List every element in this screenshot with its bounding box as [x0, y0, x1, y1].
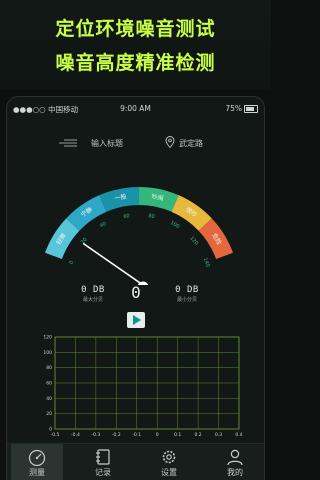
menu-icon[interactable] — [59, 139, 77, 147]
max-db-readout: 0 DB 最大分贝 — [73, 285, 113, 303]
current-db-value: 0 — [131, 283, 141, 302]
tab-measure-label: 测量 — [29, 468, 45, 477]
nav-bar: 输入标题 武定路 — [7, 131, 264, 155]
tab-records[interactable]: 记录 — [77, 444, 129, 480]
tab-records-label: 记录 — [95, 468, 111, 477]
promo-headline: 定位环境噪音测试 — [55, 18, 216, 40]
chart-y-tick-label: 0 — [49, 427, 52, 433]
chart-y-tick-label: 60 — [46, 381, 52, 387]
gauge-icon — [28, 449, 46, 466]
chart-x-tick-label: 0.1 — [174, 432, 181, 438]
gauge-tick-label: 40 — [99, 221, 108, 229]
promo-subheadline: 噪音高度精准检测 — [55, 52, 216, 74]
chart-x-tick-label: -0.1 — [132, 432, 141, 438]
location-pin-icon[interactable] — [165, 136, 175, 148]
chart-x-tick-label: -0.2 — [112, 432, 121, 438]
chart-x-tick-label: -0.5 — [51, 432, 60, 438]
battery-percent: 75% — [225, 104, 242, 113]
db-history-chart: -0.5 -0.4 -0.3 -0.2 -0.1 0 0.1 0.2 0.3 0.4 0 20 40 60… — [43, 335, 242, 439]
battery-icon — [244, 105, 258, 113]
chart-y-tick-label: 20 — [46, 411, 52, 417]
tab-bar: 测量 记录 设置 我的 — [7, 443, 264, 480]
chart-y-tick-label: 120 — [43, 335, 52, 341]
sound-level-gauge: 轻微宁静一般 吵闹很吵危险0204060 80100120140 — [45, 187, 233, 285]
chart-x-tick-label: 0.2 — [195, 432, 202, 438]
gauge-tick-label: 0 — [68, 260, 75, 265]
min-db-value: 0 DB — [175, 285, 199, 295]
gauge-tick-label: 100 — [169, 220, 180, 230]
chart-y-tick-label: 40 — [46, 396, 52, 402]
tab-profile[interactable]: 我的 — [209, 444, 261, 480]
chart-x-tick-label: 0.3 — [215, 432, 222, 438]
tab-profile-label: 我的 — [227, 468, 243, 477]
phone-screen: ●●●○○ 中国移动 9:00 AM 75% 输入标题 武定路 轻微 宁静 一般 吵闹… — [6, 96, 265, 480]
gear-icon — [162, 450, 176, 464]
play-button[interactable] — [127, 312, 145, 328]
min-db-label: 最小分贝 — [176, 297, 197, 303]
gauge-tick-label: 140 — [202, 257, 211, 268]
chart-x-tick-label: -0.4 — [71, 432, 80, 438]
max-db-value: 0 DB — [81, 285, 105, 295]
gauge-tick-label: 120 — [188, 235, 199, 246]
gauge-tick-label: 60 — [123, 213, 130, 220]
chart-y-tick-label: 80 — [46, 365, 52, 371]
user-icon — [227, 449, 243, 466]
tab-measure[interactable]: 测量 — [11, 444, 63, 480]
record-icon — [96, 449, 110, 465]
chart-y-tick-label: 100 — [43, 350, 52, 356]
chart-x-tick-label: 0 — [156, 432, 159, 438]
gauge-needle — [83, 243, 144, 285]
location-label[interactable]: 武定路 — [179, 138, 203, 149]
gauge-tick-label: 80 — [148, 213, 155, 220]
min-db-readout: 0 DB 最小分贝 — [167, 285, 207, 303]
chart-x-tick-label: 0.4 — [235, 432, 242, 438]
max-db-label: 最大分贝 — [82, 297, 103, 303]
tab-settings[interactable]: 设置 — [143, 444, 195, 480]
title-input[interactable]: 输入标题 — [91, 138, 123, 149]
status-bar: ●●●○○ 中国移动 9:00 AM 75% — [7, 97, 264, 119]
promo-banner: 定位环境噪音测试 噪音高度精准检测 — [0, 0, 271, 90]
tab-settings-label: 设置 — [161, 468, 177, 477]
chart-x-tick-label: -0.3 — [91, 432, 100, 438]
